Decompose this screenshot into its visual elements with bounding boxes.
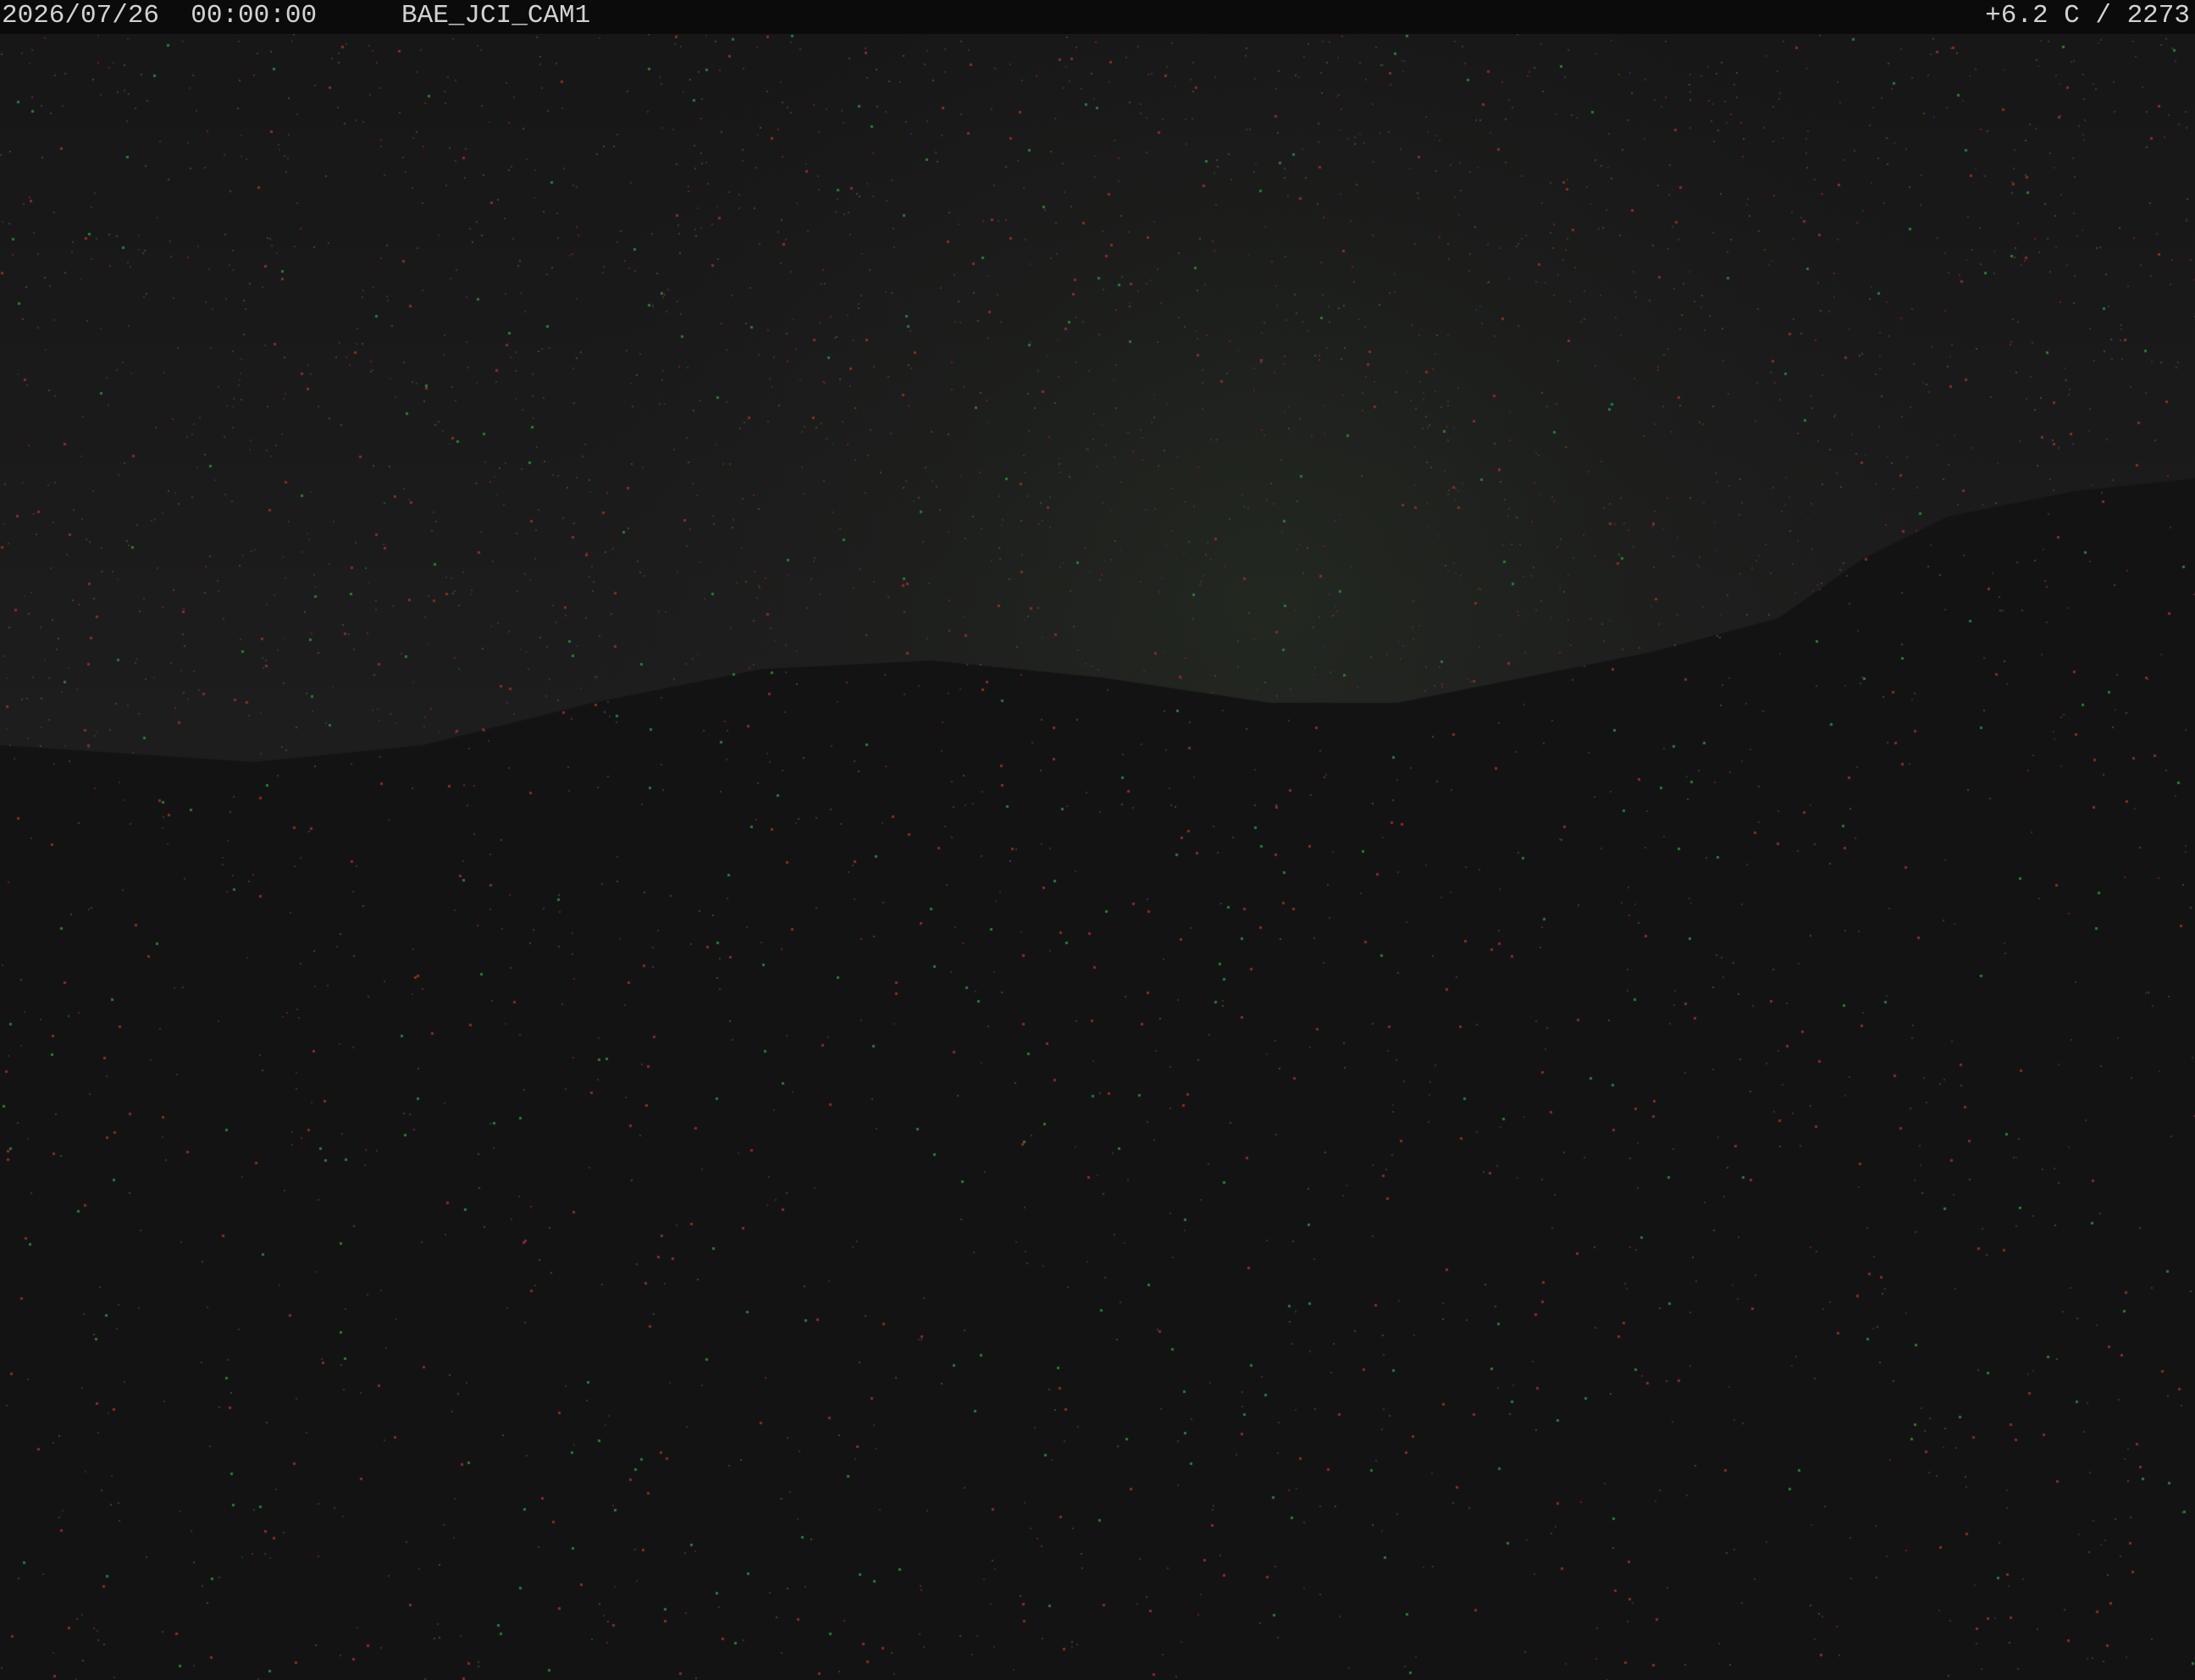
webcam-night-image [0, 0, 2195, 1680]
osd-datetime: 2026/07/26 00:00:00 [2, 1, 318, 30]
osd-overlay-bar: 2026/07/26 00:00:00 BAE_JCI_CAM1 +6.2 C … [0, 0, 2195, 34]
webcam-frame: 2026/07/26 00:00:00 BAE_JCI_CAM1 +6.2 C … [0, 0, 2195, 1680]
osd-sensor-readout: +6.2 C / 2273 [1985, 1, 2190, 30]
osd-camera-id: BAE_JCI_CAM1 [401, 1, 591, 30]
